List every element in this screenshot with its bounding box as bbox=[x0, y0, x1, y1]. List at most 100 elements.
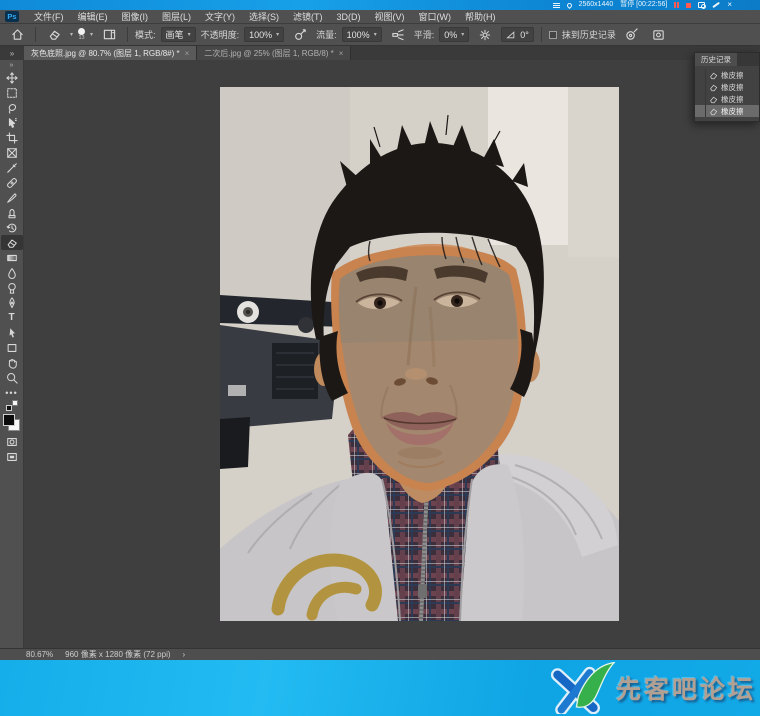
tablet-pressure-icon[interactable] bbox=[648, 27, 670, 42]
swap-colors-icon[interactable] bbox=[6, 400, 18, 411]
brush-size-value: 13 bbox=[78, 36, 84, 42]
tab-close-icon[interactable]: × bbox=[185, 49, 190, 58]
tool-eraser[interactable] bbox=[1, 235, 23, 250]
recorder-menu-icon[interactable] bbox=[553, 3, 560, 8]
document-tab-label: 灰色底照.jpg @ 80.7% (图层 1, RGB/8#) * bbox=[31, 48, 180, 59]
watermark-text: 先客吧论坛 bbox=[616, 670, 756, 706]
flow-label: 流量: bbox=[316, 28, 337, 41]
gear-icon[interactable] bbox=[474, 27, 496, 42]
tools-panel-expand-icon[interactable]: » bbox=[10, 61, 14, 70]
menu-item-image[interactable]: 图像(I) bbox=[115, 10, 156, 23]
history-panel: 历史记录 橡皮擦 橡皮擦 橡皮擦 橡皮擦 bbox=[694, 52, 760, 122]
menu-item-type[interactable]: 文字(Y) bbox=[198, 10, 242, 23]
pressure-opacity-icon[interactable] bbox=[289, 27, 311, 42]
airbrush-icon[interactable] bbox=[387, 27, 409, 42]
tool-rectangle[interactable] bbox=[1, 340, 23, 355]
angle-field[interactable]: 0° bbox=[501, 27, 534, 42]
tab-close-icon[interactable]: × bbox=[339, 49, 344, 58]
tool-frame[interactable] bbox=[1, 145, 23, 160]
history-step[interactable]: 橡皮擦 bbox=[695, 93, 759, 105]
tool-clone-stamp[interactable] bbox=[1, 205, 23, 220]
tool-options-bar: ▾ 13 ▾ 模式: 画笔 ▾ 不透明度: 100% ▾ 流量: 100% ▾ bbox=[0, 24, 760, 46]
tool-brush[interactable] bbox=[1, 190, 23, 205]
tool-type[interactable]: T bbox=[1, 310, 23, 325]
history-source-well[interactable] bbox=[697, 93, 706, 105]
tool-dodge[interactable] bbox=[1, 280, 23, 295]
tool-lasso[interactable] bbox=[1, 100, 23, 115]
tool-spot-healing-brush[interactable] bbox=[1, 175, 23, 190]
document-tab-inactive[interactable]: 二次后.jpg @ 25% (图层 1, RGB/8) * × bbox=[197, 46, 351, 60]
close-icon[interactable]: × bbox=[727, 0, 732, 10]
menu-item-edit[interactable]: 编辑(E) bbox=[71, 10, 115, 23]
history-step[interactable]: 橡皮擦 bbox=[695, 69, 759, 81]
tools-panel: » T ••• bbox=[0, 60, 24, 648]
status-chevron-icon[interactable]: › bbox=[183, 650, 186, 659]
mode-label: 模式: bbox=[135, 28, 156, 41]
history-step[interactable]: 橡皮擦 bbox=[695, 81, 759, 93]
tool-path-selection[interactable] bbox=[1, 325, 23, 340]
brush-settings-panel-icon[interactable] bbox=[98, 27, 120, 42]
home-icon[interactable] bbox=[6, 27, 28, 42]
canvas-area[interactable] bbox=[24, 60, 760, 648]
edit-toolbar-icon[interactable]: ••• bbox=[1, 385, 23, 400]
pressure-size-icon[interactable] bbox=[621, 27, 643, 42]
menu-item-view[interactable]: 视图(V) bbox=[368, 10, 412, 23]
document-tab-active[interactable]: 灰色底照.jpg @ 80.7% (图层 1, RGB/8#) * × bbox=[24, 46, 197, 60]
pin-icon[interactable] bbox=[566, 1, 573, 8]
stop-icon[interactable] bbox=[686, 3, 691, 8]
brush-size-picker[interactable]: 13 bbox=[78, 28, 85, 42]
menu-item-help[interactable]: 帮助(H) bbox=[458, 10, 503, 23]
canvas-photo[interactable] bbox=[220, 87, 619, 621]
menu-item-window[interactable]: 窗口(W) bbox=[412, 10, 459, 23]
tool-hand[interactable] bbox=[1, 355, 23, 370]
screen-mode-icon[interactable] bbox=[1, 449, 23, 464]
chevron-down-icon: ▾ bbox=[461, 31, 464, 38]
chevron-down-icon[interactable]: ▾ bbox=[90, 31, 93, 38]
history-step-label: 橡皮擦 bbox=[721, 106, 744, 117]
quick-mask-icon[interactable] bbox=[1, 434, 23, 449]
flow-select[interactable]: 100% ▾ bbox=[342, 27, 382, 42]
chevron-down-icon: ▾ bbox=[374, 31, 377, 38]
brush-tip-preview bbox=[78, 28, 85, 35]
tool-move[interactable] bbox=[1, 70, 23, 85]
foreground-background-swatches[interactable] bbox=[3, 414, 20, 431]
tool-pen[interactable] bbox=[1, 295, 23, 310]
history-panel-tab[interactable]: 历史记录 bbox=[695, 53, 737, 66]
history-source-well[interactable] bbox=[697, 81, 706, 93]
tool-rectangular-marquee[interactable] bbox=[1, 85, 23, 100]
chevron-down-icon[interactable]: ▾ bbox=[70, 31, 73, 38]
photoshop-logo: Ps bbox=[5, 11, 19, 22]
foreground-color-swatch[interactable] bbox=[3, 414, 15, 426]
forum-logo-icon bbox=[550, 662, 616, 714]
smoothing-select[interactable]: 0% ▾ bbox=[439, 27, 469, 42]
watermark: 先客吧论坛 bbox=[550, 662, 756, 714]
tool-gradient[interactable] bbox=[1, 250, 23, 265]
toolbar-collapse-icon[interactable]: » bbox=[0, 46, 24, 60]
tool-zoom[interactable] bbox=[1, 370, 23, 385]
history-list: 橡皮擦 橡皮擦 橡皮擦 橡皮擦 bbox=[695, 66, 759, 121]
menu-item-file[interactable]: 文件(F) bbox=[27, 10, 71, 23]
tool-history-brush[interactable] bbox=[1, 220, 23, 235]
smoothing-label: 平滑: bbox=[414, 28, 435, 41]
menu-item-3d[interactable]: 3D(D) bbox=[330, 12, 368, 22]
history-source-well[interactable] bbox=[697, 69, 706, 81]
document-info: 960 像素 x 1280 像素 (72 ppi) bbox=[65, 649, 170, 660]
mode-select[interactable]: 画笔 ▾ bbox=[161, 27, 196, 42]
eraser-preset-icon[interactable] bbox=[43, 27, 65, 42]
menu-item-filter[interactable]: 滤镜(T) bbox=[286, 10, 330, 23]
opacity-select[interactable]: 100% ▾ bbox=[244, 27, 284, 42]
history-step-selected[interactable]: 橡皮擦 bbox=[695, 105, 759, 117]
tool-blur[interactable] bbox=[1, 265, 23, 280]
history-source-well[interactable] bbox=[697, 105, 706, 117]
tool-crop[interactable] bbox=[1, 130, 23, 145]
chevron-down-icon: ▾ bbox=[276, 31, 279, 38]
tool-eyedropper[interactable] bbox=[1, 160, 23, 175]
pen-icon[interactable] bbox=[713, 2, 720, 8]
erase-to-history-checkbox[interactable] bbox=[549, 31, 557, 39]
camera-icon[interactable] bbox=[698, 2, 705, 8]
zoom-level-field[interactable]: 80.67% bbox=[26, 650, 53, 659]
tool-object-selection[interactable] bbox=[1, 115, 23, 130]
pause-icon[interactable] bbox=[674, 2, 679, 8]
menu-item-layer[interactable]: 图层(L) bbox=[155, 10, 198, 23]
menu-item-select[interactable]: 选择(S) bbox=[242, 10, 286, 23]
